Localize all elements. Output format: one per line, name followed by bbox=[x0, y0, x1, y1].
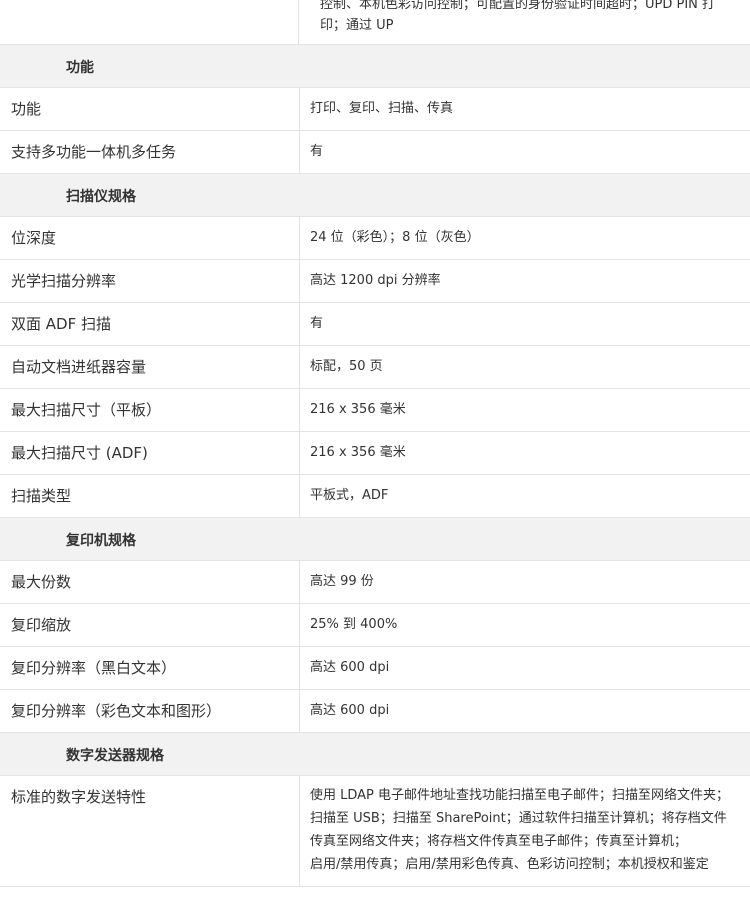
row-label: 位深度 bbox=[0, 217, 300, 259]
table-row: 光学扫描分辨率 高达 1200 dpi 分辨率 bbox=[0, 260, 750, 303]
table-row: 复印分辨率（彩色文本和图形） 高达 600 dpi bbox=[0, 690, 750, 733]
value-line: 使用 LDAP 电子邮件地址查找功能扫描至电子邮件；扫描至网络文件夹； bbox=[310, 788, 730, 803]
table-row: 复印分辨率（黑白文本） 高达 600 dpi bbox=[0, 647, 750, 690]
table-row: 最大份数 高达 99 份 bbox=[0, 561, 750, 604]
row-label: 最大扫描尺寸 (ADF) bbox=[0, 432, 300, 474]
row-label-cell bbox=[0, 0, 299, 44]
row-value: 使用 LDAP 电子邮件地址查找功能扫描至电子邮件；扫描至网络文件夹； 扫描至 … bbox=[300, 776, 750, 886]
table-row: 最大扫描尺寸（平板） 216 x 356 毫米 bbox=[0, 389, 750, 432]
row-label: 复印分辨率（黑白文本） bbox=[0, 647, 300, 689]
row-value: 有 bbox=[310, 144, 324, 159]
section-header-functions: 功能 bbox=[0, 45, 750, 88]
table-row: 功能 打印、复印、扫描、传真 bbox=[0, 88, 750, 131]
row-value: 24 位（彩色）；8 位（灰色） bbox=[310, 230, 480, 245]
row-label: 双面 ADF 扫描 bbox=[0, 303, 300, 345]
section-title: 扫描仪规格 bbox=[66, 189, 136, 205]
table-row: 复印缩放 25% 到 400% bbox=[0, 604, 750, 647]
row-value: 有 bbox=[310, 316, 324, 331]
section-header-scanner: 扫描仪规格 bbox=[0, 174, 750, 217]
value-line: 扫描至 USB；扫描至 SharePoint；通过软件扫描至计算机；将存档文件 bbox=[310, 811, 727, 826]
row-label: 复印分辨率（彩色文本和图形） bbox=[0, 690, 300, 732]
table-row: 自动文档进纸器容量 标配，50 页 bbox=[0, 346, 750, 389]
spec-table: 控制、本机色彩访问控制；可配置的身份验证时间超时；UPD PIN 打 印；通过 … bbox=[0, 0, 750, 887]
row-label: 自动文档进纸器容量 bbox=[0, 346, 300, 388]
row-value: 高达 1200 dpi 分辨率 bbox=[310, 273, 441, 288]
row-label: 扫描类型 bbox=[0, 475, 300, 517]
section-title: 功能 bbox=[66, 60, 94, 76]
value-line: 控制、本机色彩访问控制；可配置的身份验证时间超时；UPD PIN 打 bbox=[320, 0, 716, 12]
section-title: 数字发送器规格 bbox=[66, 748, 164, 764]
row-value: 25% 到 400% bbox=[310, 617, 398, 632]
row-value: 打印、复印、扫描、传真 bbox=[310, 101, 454, 116]
row-value: 216 x 356 毫米 bbox=[310, 402, 406, 417]
row-label: 标准的数字发送特性 bbox=[0, 776, 300, 886]
section-header-copier: 复印机规格 bbox=[0, 518, 750, 561]
table-row: 支持多功能一体机多任务 有 bbox=[0, 131, 750, 174]
row-value: 高达 600 dpi bbox=[310, 660, 390, 675]
row-value: 标配，50 页 bbox=[310, 359, 383, 374]
table-row: 扫描类型 平板式，ADF bbox=[0, 475, 750, 518]
row-label: 复印缩放 bbox=[0, 604, 300, 646]
section-title: 复印机规格 bbox=[66, 533, 136, 549]
table-row: 最大扫描尺寸 (ADF) 216 x 356 毫米 bbox=[0, 432, 750, 475]
section-header-digital-sender: 数字发送器规格 bbox=[0, 733, 750, 776]
row-value: 控制、本机色彩访问控制；可配置的身份验证时间超时；UPD PIN 打 印；通过 … bbox=[320, 0, 746, 36]
row-value: 平板式，ADF bbox=[310, 488, 389, 503]
value-line: 印；通过 UP bbox=[320, 18, 394, 33]
value-line: 启用/禁用传真；启用/禁用彩色传真、色彩访问控制；本机授权和鉴定 bbox=[310, 857, 709, 872]
value-line: 传真至网络文件夹；将存档文件传真至电子邮件；传真至计算机； bbox=[310, 834, 688, 849]
table-row: 双面 ADF 扫描 有 bbox=[0, 303, 750, 346]
row-value: 216 x 356 毫米 bbox=[310, 445, 406, 460]
row-label: 光学扫描分辨率 bbox=[0, 260, 300, 302]
row-label: 功能 bbox=[0, 88, 300, 130]
row-label: 支持多功能一体机多任务 bbox=[0, 131, 300, 173]
table-row: 标准的数字发送特性 使用 LDAP 电子邮件地址查找功能扫描至电子邮件；扫描至网… bbox=[0, 776, 750, 887]
table-row: 位深度 24 位（彩色）；8 位（灰色） bbox=[0, 217, 750, 260]
security-features-row-continued: 控制、本机色彩访问控制；可配置的身份验证时间超时；UPD PIN 打 印；通过 … bbox=[0, 0, 750, 45]
row-label: 最大扫描尺寸（平板） bbox=[0, 389, 300, 431]
row-label: 最大份数 bbox=[0, 561, 300, 603]
row-value: 高达 600 dpi bbox=[310, 703, 390, 718]
row-value: 高达 99 份 bbox=[310, 574, 374, 589]
